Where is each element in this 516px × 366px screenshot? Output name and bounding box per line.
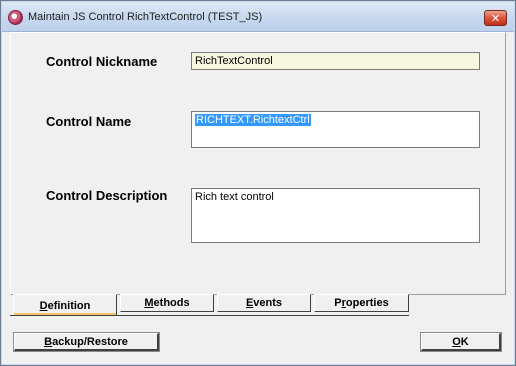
tab-properties[interactable]: Pr operties: [314, 294, 409, 312]
title-bar[interactable]: Maintain JS Control RichTextControl (TES…: [2, 2, 514, 32]
backup-restore-button[interactable]: Backup/Restore: [13, 332, 160, 352]
tab-label: operties: [345, 297, 389, 309]
button-mnemonic: O: [452, 335, 461, 348]
description-value: Rich text control: [195, 191, 274, 203]
app-icon: [8, 10, 23, 25]
button-mnemonic: B: [44, 335, 53, 348]
nickname-value: RichTextControl: [195, 55, 273, 67]
tab-label-prefix: P: [334, 297, 342, 309]
definition-panel: Control Nickname RichTextControl Control…: [10, 32, 506, 295]
maintain-control-window: Maintain JS Control RichTextControl (TES…: [0, 0, 516, 366]
nickname-label: Control Nickname: [46, 54, 158, 69]
button-label: ackup/Restore: [52, 335, 128, 348]
tab-methods[interactable]: Methods: [120, 294, 214, 312]
close-x-icon: ✕: [490, 11, 501, 25]
description-field[interactable]: Rich text control: [191, 188, 480, 243]
tab-mnemonic: E: [245, 297, 254, 309]
name-field[interactable]: RICHTEXT.RichtextCtrl: [191, 111, 480, 148]
tab-strip-baseline: [10, 315, 409, 316]
tab-mnemonic: D: [39, 299, 48, 312]
close-button[interactable]: ✕: [484, 10, 507, 26]
tab-mnemonic: M: [144, 297, 154, 309]
ok-button[interactable]: OK: [420, 332, 502, 352]
tab-definition[interactable]: Definition: [13, 294, 117, 316]
name-value-selected: RICHTEXT.RichtextCtrl: [195, 114, 311, 126]
description-label: Control Description: [46, 188, 168, 203]
window-title: Maintain JS Control RichTextControl (TES…: [28, 11, 263, 23]
tab-label: efinition: [47, 299, 91, 312]
button-label: K: [460, 335, 469, 348]
tab-label: vents: [253, 297, 283, 309]
tab-label: ethods: [153, 297, 190, 309]
tab-events[interactable]: Events: [217, 294, 311, 312]
name-label: Control Name: [46, 114, 132, 129]
nickname-field[interactable]: RichTextControl: [191, 52, 480, 70]
